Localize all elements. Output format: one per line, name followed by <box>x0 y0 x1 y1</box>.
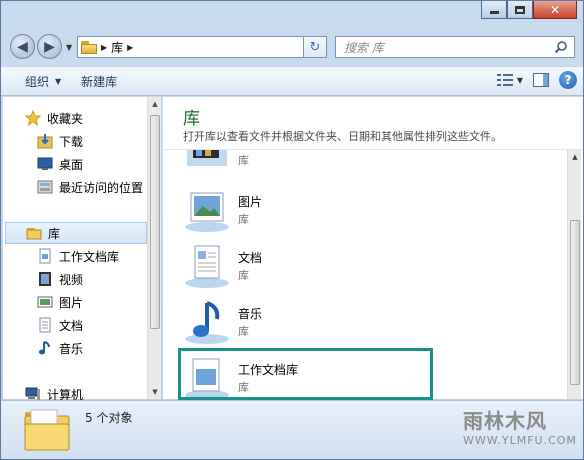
forward-button[interactable]: ▶ <box>37 34 62 59</box>
arrow-right-icon: ▶ <box>44 38 55 55</box>
sidebar-item-music[interactable]: 音乐 <box>37 339 83 357</box>
desktop-icon <box>37 157 53 170</box>
library-item-pictures[interactable]: 图片 库 <box>183 187 563 241</box>
sidebar-item-label: 视频 <box>59 272 84 287</box>
sidebar-item-label: 音乐 <box>59 341 84 356</box>
sidebar-item-label: 桌面 <box>59 157 84 172</box>
scroll-thumb[interactable] <box>570 220 580 385</box>
sidebar-item-downloads[interactable]: 下载 <box>37 132 83 150</box>
arrow-left-icon: ◀ <box>17 38 28 55</box>
sidebar-item-label: 图片 <box>59 295 84 310</box>
content-scrollbar[interactable]: ▲ <box>567 150 581 399</box>
organize-label: 组织 <box>25 74 50 89</box>
scroll-up-icon[interactable]: ▲ <box>148 97 162 111</box>
library-type: 库 <box>238 325 249 338</box>
library-name: 图片 <box>238 195 263 209</box>
breadcrumb-chevron-icon[interactable]: ▶ <box>127 43 133 52</box>
watermark-url: WWW.YLMFU.COM <box>463 434 577 447</box>
documents-library-icon <box>185 245 229 288</box>
sidebar-item-label: 工作文档库 <box>59 249 120 264</box>
search-icon[interactable] <box>554 40 568 54</box>
explorer-window: ✕ ◀ ▶ ▼ ▶ 库 ▶ ▼ ↻ 搜索 库 组织 ▼ 新建库 <box>0 0 584 460</box>
new-library-label: 新建库 <box>81 74 118 89</box>
change-view-icon[interactable] <box>496 73 513 87</box>
library-type: 库 <box>238 213 249 226</box>
library-name: 音乐 <box>238 307 263 321</box>
new-library-button[interactable]: 新建库 <box>71 69 127 93</box>
pictures-library-icon <box>185 192 229 232</box>
documents-icon <box>39 317 51 333</box>
sidebar-item-desktop[interactable]: 桌面 <box>37 155 83 173</box>
sidebar-item-label: 下载 <box>59 134 84 149</box>
close-icon: ✕ <box>549 2 561 17</box>
video-library-icon <box>187 150 227 166</box>
sidebar-item-favorites[interactable]: 收藏夹 <box>25 109 83 127</box>
sidebar-item-label: 库 <box>48 226 61 241</box>
address-bar[interactable]: ▶ 库 ▶ ▼ <box>77 36 327 58</box>
navigation-scrollbar[interactable]: ▲ ▼ <box>147 97 161 399</box>
star-icon <box>25 110 41 126</box>
recent-pages-dropdown[interactable]: ▼ <box>66 43 72 52</box>
refresh-button[interactable]: ↻ <box>303 36 327 58</box>
scroll-up-icon[interactable]: ▲ <box>568 150 582 164</box>
caption-buttons: ✕ <box>481 1 577 19</box>
breadcrumb-chevron-icon[interactable]: ▶ <box>101 43 107 52</box>
maximize-button[interactable] <box>507 1 533 19</box>
library-type: 库 <box>238 154 249 167</box>
music-library-icon <box>185 301 229 344</box>
recent-places-icon <box>37 180 53 194</box>
minimize-button[interactable] <box>481 1 507 19</box>
library-folder-icon <box>24 409 70 451</box>
organize-button[interactable]: 组织 ▼ <box>15 69 71 93</box>
item-count: 5 个对象 <box>85 411 133 425</box>
scroll-down-icon[interactable]: ▼ <box>148 385 162 399</box>
preview-pane-icon[interactable] <box>533 73 549 87</box>
sidebar-item-label: 文档 <box>59 318 84 333</box>
pictures-icon <box>37 296 53 308</box>
close-button[interactable]: ✕ <box>533 1 577 19</box>
sidebar-item-documents[interactable]: 文档 <box>37 316 83 334</box>
sidebar-item-video[interactable]: 视频 <box>37 270 83 288</box>
sidebar-item-libraries[interactable]: 库 <box>5 222 147 244</box>
page-subtitle: 打开库以查看文件并根据文件夹、日期和其他属性排列这些文件。 <box>183 130 502 143</box>
document-library-icon <box>39 248 51 264</box>
library-name: 文档 <box>238 251 263 265</box>
library-item-documents[interactable]: 文档 库 <box>183 243 563 297</box>
sidebar-item-pictures[interactable]: 图片 <box>37 293 83 311</box>
chevron-down-icon: ▼ <box>55 76 62 86</box>
view-dropdown-icon[interactable]: ▼ <box>517 76 523 85</box>
library-folder-icon <box>26 228 42 240</box>
view-controls: ▼ ? <box>496 71 577 89</box>
folder-icon <box>81 40 97 54</box>
sidebar-item-recent-places[interactable]: 最近访问的位置 <box>37 178 143 196</box>
back-button[interactable]: ◀ <box>10 34 35 59</box>
search-input[interactable]: 搜索 库 <box>335 36 575 58</box>
scroll-thumb[interactable] <box>150 115 160 329</box>
page-title: 库 <box>183 109 200 129</box>
library-item-video[interactable]: 库 <box>183 150 563 172</box>
command-bar: 组织 ▼ 新建库 ▼ ? <box>1 66 583 96</box>
breadcrumb-libraries[interactable]: 库 <box>111 39 123 56</box>
minimize-icon <box>489 11 499 14</box>
library-type: 库 <box>238 269 249 282</box>
sidebar-item-work-library[interactable]: 工作文档库 <box>37 247 119 265</box>
selection-highlight <box>178 348 433 400</box>
music-icon <box>39 341 50 355</box>
navigation-pane: 收藏夹 下载 桌面 最近访问的位置 库 工作文档库 视频 图片 文档 音乐 计算… <box>3 97 161 402</box>
video-icon <box>39 272 51 286</box>
watermark: 雨林木风 WWW.YLMFU.COM <box>451 397 581 457</box>
sidebar-item-label: 收藏夹 <box>47 111 84 126</box>
refresh-icon: ↻ <box>309 39 321 55</box>
help-icon[interactable]: ? <box>559 71 577 89</box>
search-placeholder: 搜索 库 <box>344 40 384 55</box>
downloads-icon <box>37 134 53 149</box>
sidebar-item-label: 最近访问的位置 <box>59 180 144 195</box>
watermark-logo: 雨林木风 <box>463 409 547 433</box>
library-item-music[interactable]: 音乐 库 <box>183 299 563 353</box>
maximize-icon <box>515 5 525 14</box>
